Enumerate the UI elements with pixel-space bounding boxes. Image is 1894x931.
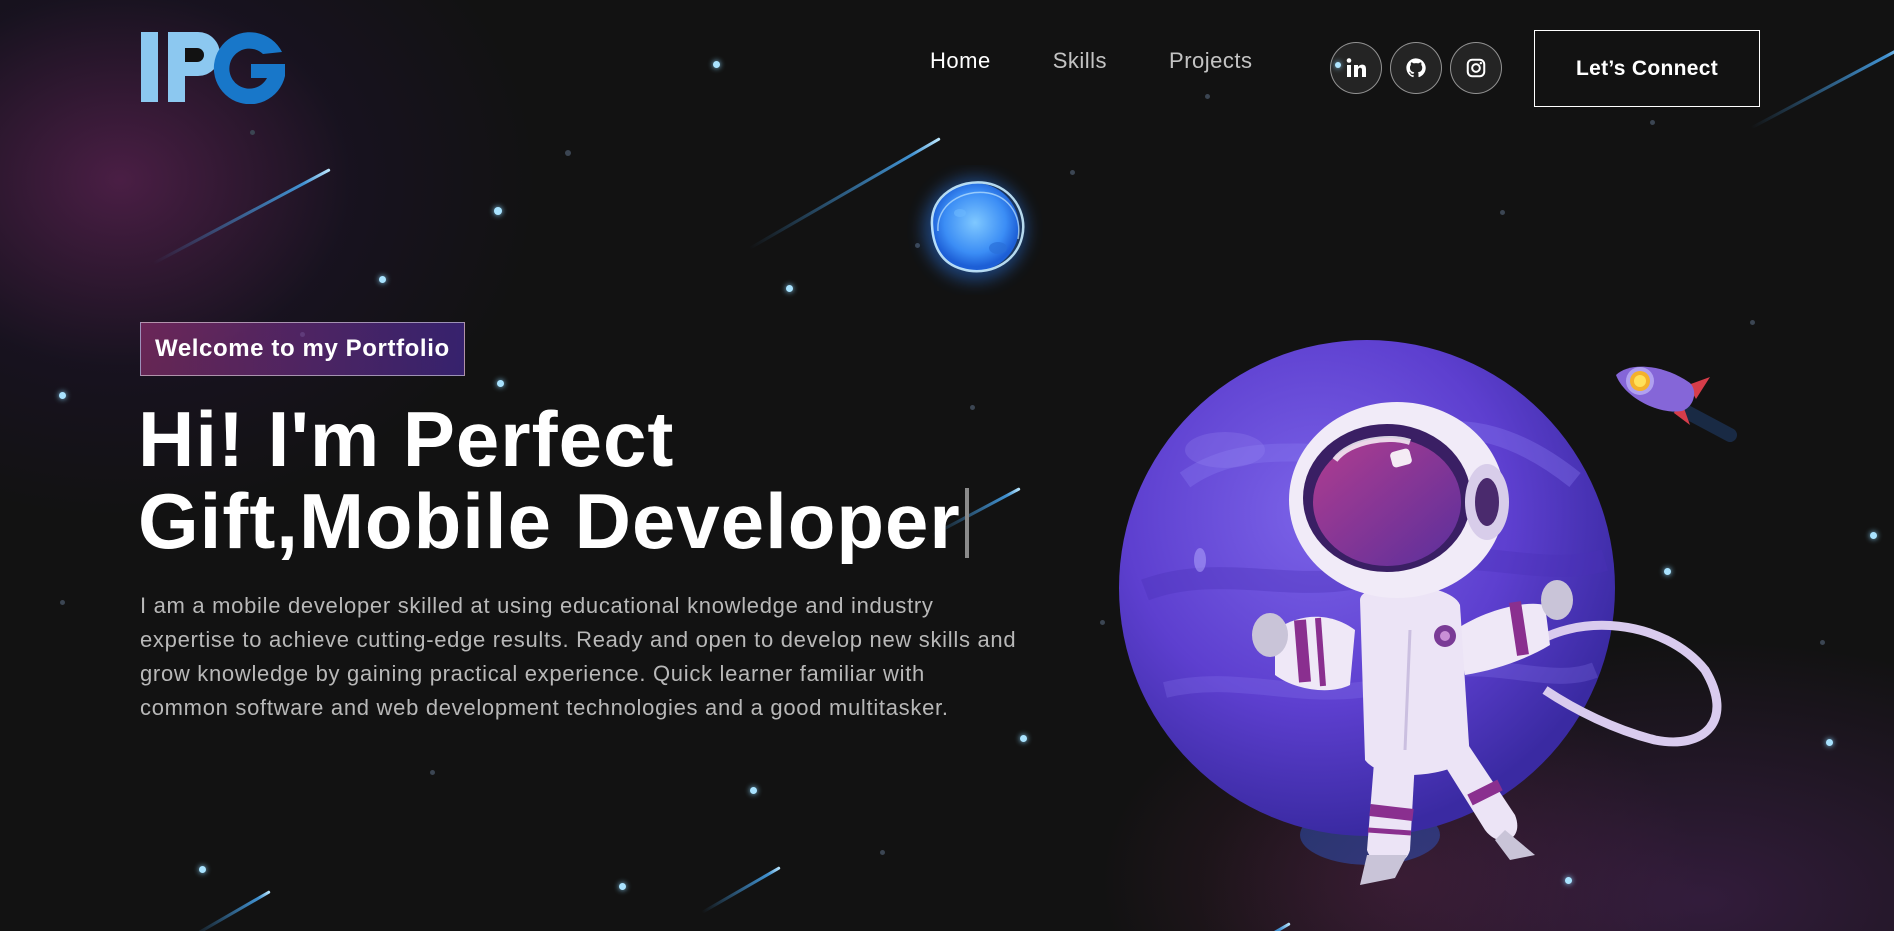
instagram-icon	[1466, 58, 1486, 78]
nav-home-link[interactable]: Home	[930, 48, 991, 74]
hero-headline: Hi! I'm Perfect Gift,Mobile Developer	[138, 398, 1038, 562]
hero-bio: I am a mobile developer skilled at using…	[140, 593, 1017, 720]
social-links	[1330, 42, 1502, 94]
portfolio-hero-page: Home Skills Projects Let’s Connect Welco…	[0, 0, 1894, 931]
linkedin-button[interactable]	[1330, 42, 1382, 94]
linkedin-icon	[1346, 58, 1366, 77]
lets-connect-button[interactable]: Let’s Connect	[1534, 30, 1760, 107]
instagram-button[interactable]	[1450, 42, 1502, 94]
rocket-illustration	[1616, 366, 1737, 442]
github-button[interactable]	[1390, 42, 1442, 94]
headline-line-2: Gift,Mobile Developer	[138, 477, 961, 565]
main-nav: Home Skills Projects	[930, 48, 1315, 74]
github-icon	[1406, 58, 1426, 78]
welcome-tagline: Welcome to my Portfolio	[140, 322, 465, 376]
ipg-logo[interactable]	[139, 30, 289, 104]
nav-skills-link[interactable]: Skills	[1053, 48, 1107, 74]
headline-line-1: Hi! I'm Perfect	[138, 395, 675, 483]
nav-projects-link[interactable]: Projects	[1169, 48, 1252, 74]
glowing-moon-illustration	[923, 177, 1027, 281]
typing-cursor	[964, 488, 969, 558]
